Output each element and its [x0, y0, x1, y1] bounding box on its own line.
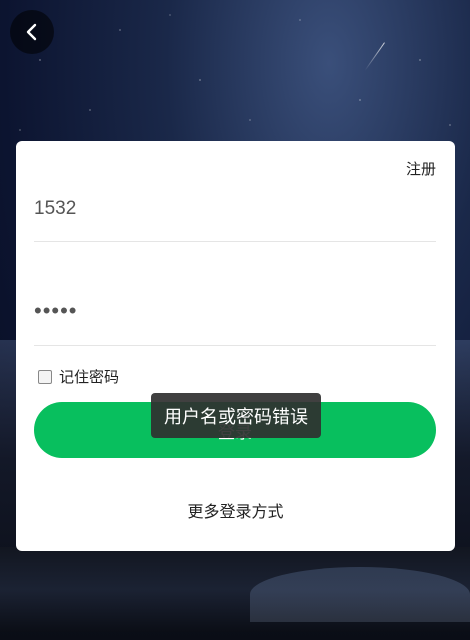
river-reflection: [250, 567, 470, 622]
username-input[interactable]: [34, 189, 436, 229]
username-field-wrapper: [34, 189, 436, 242]
chevron-left-icon: [26, 23, 37, 41]
more-login-options-link[interactable]: 更多登录方式: [16, 498, 455, 522]
error-toast: 用户名或密码错误: [151, 393, 321, 438]
back-button[interactable]: [10, 10, 54, 54]
password-field-wrapper: [34, 291, 436, 346]
remember-password-label: 记住密码: [59, 368, 120, 386]
password-input[interactable]: [34, 291, 436, 331]
register-link[interactable]: 注册: [406, 158, 436, 179]
remember-password-checkbox[interactable]: [38, 369, 52, 384]
remember-password-row: 记住密码: [38, 366, 119, 387]
login-card: 注册 记住密码 登录 更多登录方式: [16, 141, 455, 551]
